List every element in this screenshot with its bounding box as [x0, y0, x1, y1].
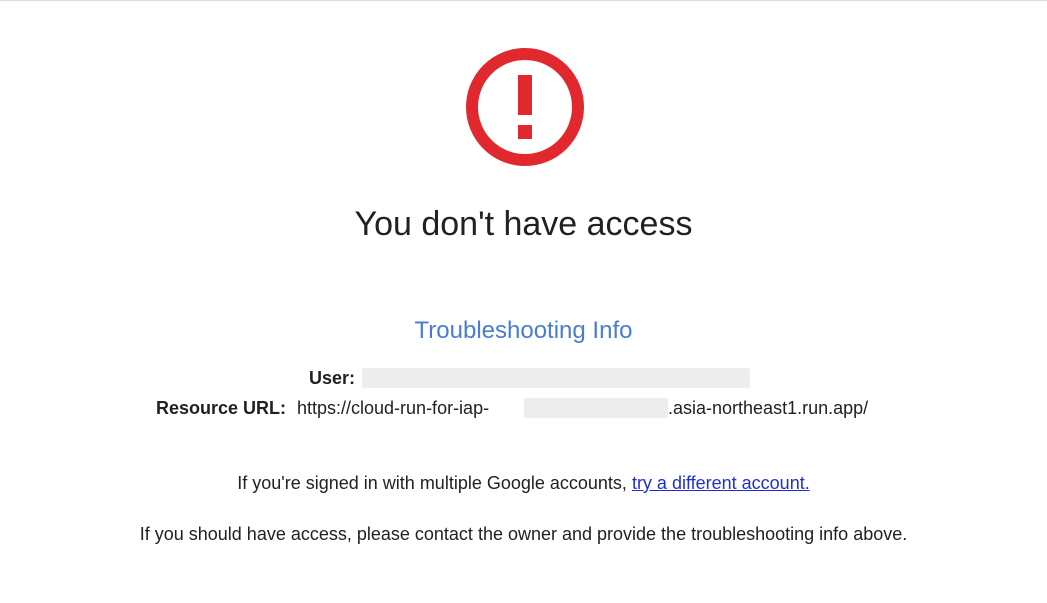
user-row: User:	[0, 366, 355, 390]
page-title: You don't have access	[354, 205, 693, 243]
user-label: User:	[308, 368, 355, 388]
redacted-user-value	[362, 368, 750, 388]
try-different-account-link[interactable]: try a different account.	[632, 473, 810, 493]
multiple-accounts-text: If you're signed in with multiple Google…	[237, 473, 632, 493]
access-denied-page: You don't have access Troubleshooting In…	[0, 0, 1047, 603]
redacted-resource-url-part	[524, 398, 668, 418]
resource-url-label: Resource URL:	[155, 398, 286, 418]
resource-url-suffix: .asia-northeast1.run.app/	[668, 398, 869, 418]
error-exclamation-icon	[466, 48, 584, 166]
troubleshooting-title: Troubleshooting Info	[414, 317, 633, 344]
contact-owner-message: If you should have access, please contac…	[139, 524, 908, 544]
resource-url-row: Resource URL:	[0, 396, 286, 420]
resource-url-prefix: https://cloud-run-for-iap-	[297, 398, 490, 418]
multiple-accounts-message: If you're signed in with multiple Google…	[0, 471, 1047, 495]
